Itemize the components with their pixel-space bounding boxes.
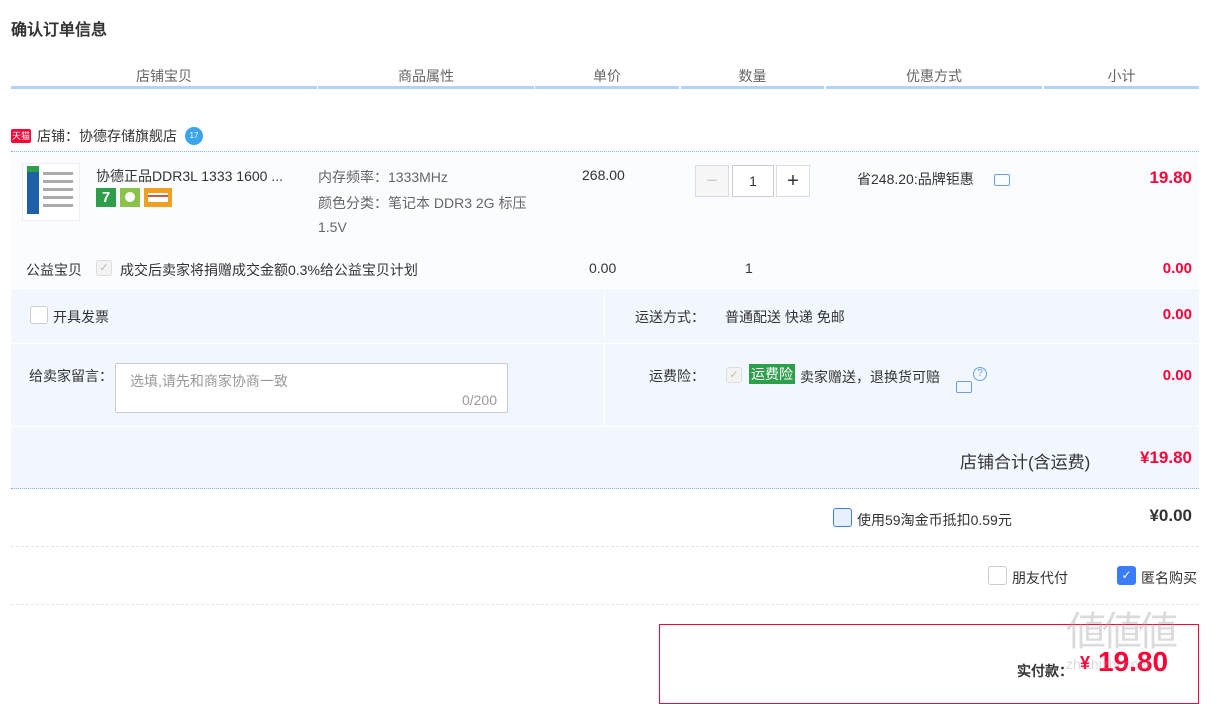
product-attr-color: 颜色分类：笔记本 DDR3 2G 标压 1.5V: [318, 195, 527, 235]
product-thumbnail[interactable]: [22, 163, 80, 221]
invoice-label[interactable]: 开具发票: [53, 307, 109, 327]
divider: [11, 426, 1199, 427]
product-attr-frequency: 内存频率：1333MHz: [318, 169, 448, 185]
friend-pay-checkbox[interactable]: [988, 566, 1007, 585]
invoice-checkbox[interactable]: [30, 306, 48, 324]
divider: [11, 546, 1199, 547]
charity-checkbox: ✓: [96, 260, 112, 276]
header-underline: [1044, 86, 1199, 89]
col-header-item: 店铺宝贝: [136, 68, 192, 84]
payment-label: 实付款：: [1017, 663, 1073, 679]
seven-day-return-icon: 7: [96, 188, 116, 207]
shipping-method[interactable]: 普通配送 快递 免邮: [725, 307, 845, 327]
charity-text: 成交后卖家将捐赠成交金额0.3%给公益宝贝计划: [120, 262, 418, 278]
taobao-coin-checkbox[interactable]: [833, 508, 852, 527]
shipping-price: 0.00: [1162, 306, 1192, 323]
charity-subtotal: 0.00: [1162, 260, 1192, 277]
col-header-unit-price: 单价: [593, 68, 621, 84]
freight-insurance-label: 运费险：: [649, 368, 705, 384]
friend-pay-label[interactable]: 朋友代付: [1012, 568, 1068, 588]
header-underline: [318, 86, 534, 89]
payment-value: 19.80: [1098, 646, 1169, 677]
shipping-label: 运送方式：: [635, 309, 705, 325]
shop-name[interactable]: 店铺：协德存储旗舰店: [37, 126, 177, 146]
freight-insurance-badge: 运费险: [749, 364, 795, 384]
divider: [11, 343, 1199, 344]
taobao-coin-value: ¥0.00: [1149, 506, 1192, 525]
header-underline: [535, 86, 679, 89]
help-icon[interactable]: ?: [973, 367, 987, 381]
charity-label: 公益宝贝: [26, 262, 82, 278]
anonymous-checkbox[interactable]: ✓: [1117, 566, 1136, 585]
shop-row: 天猫 店铺：协德存储旗舰店 17: [11, 126, 203, 146]
charity-quantity: 1: [745, 260, 753, 276]
taobao-coin-label[interactable]: 使用59淘金币抵扣0.59元: [857, 510, 1012, 530]
message-field[interactable]: 选填,请先和商家协商一致 0/200: [115, 363, 508, 413]
message-label: 给卖家留言：: [29, 368, 113, 384]
col-header-subtotal: 小计: [1107, 68, 1136, 84]
freight-insurance-text: 卖家赠送，退换货可赔: [800, 369, 940, 385]
message-placeholder: 选填,请先和商家协商一致: [130, 373, 288, 389]
tmall-icon: 天猫: [11, 129, 31, 143]
discount-text: 省248.20:品牌钜惠: [857, 171, 974, 187]
guarantee-icon: [120, 188, 140, 207]
item-subtotal: 19.80: [1149, 168, 1192, 187]
freight-insurance-checkbox: ✓: [726, 367, 742, 383]
divider: [604, 289, 605, 426]
quantity-input[interactable]: 1: [732, 165, 774, 197]
anonymous-label[interactable]: 匿名购买: [1141, 568, 1197, 588]
message-counter: 0/200: [461, 392, 497, 408]
col-header-attributes: 商品属性: [398, 68, 454, 84]
header-underline: [11, 86, 317, 89]
comment-icon[interactable]: [956, 381, 972, 393]
wangwang-chat-icon[interactable]: 17: [185, 127, 203, 145]
comment-icon[interactable]: [994, 174, 1010, 186]
shop-total-value: ¥19.80: [1140, 448, 1192, 467]
divider: [11, 604, 1199, 605]
credit-card-icon: [144, 188, 172, 207]
header-underline: [681, 86, 824, 89]
quantity-decrease-button[interactable]: −: [695, 165, 729, 197]
charity-price: 0.00: [589, 260, 617, 276]
divider: [11, 488, 1199, 489]
page-title: 确认订单信息: [11, 22, 108, 39]
payment-currency: ¥: [1080, 653, 1091, 673]
col-header-discount: 优惠方式: [906, 68, 962, 84]
shop-total-label: 店铺合计(含运费): [960, 453, 1091, 472]
product-name[interactable]: 协德正品DDR3L 1333 1600 ...: [96, 166, 308, 186]
quantity-increase-button[interactable]: +: [776, 165, 810, 197]
freight-insurance-price: 0.00: [1162, 367, 1192, 384]
unit-price: 268.00: [582, 167, 625, 183]
header-underline: [826, 86, 1042, 89]
col-header-quantity: 数量: [738, 68, 767, 84]
